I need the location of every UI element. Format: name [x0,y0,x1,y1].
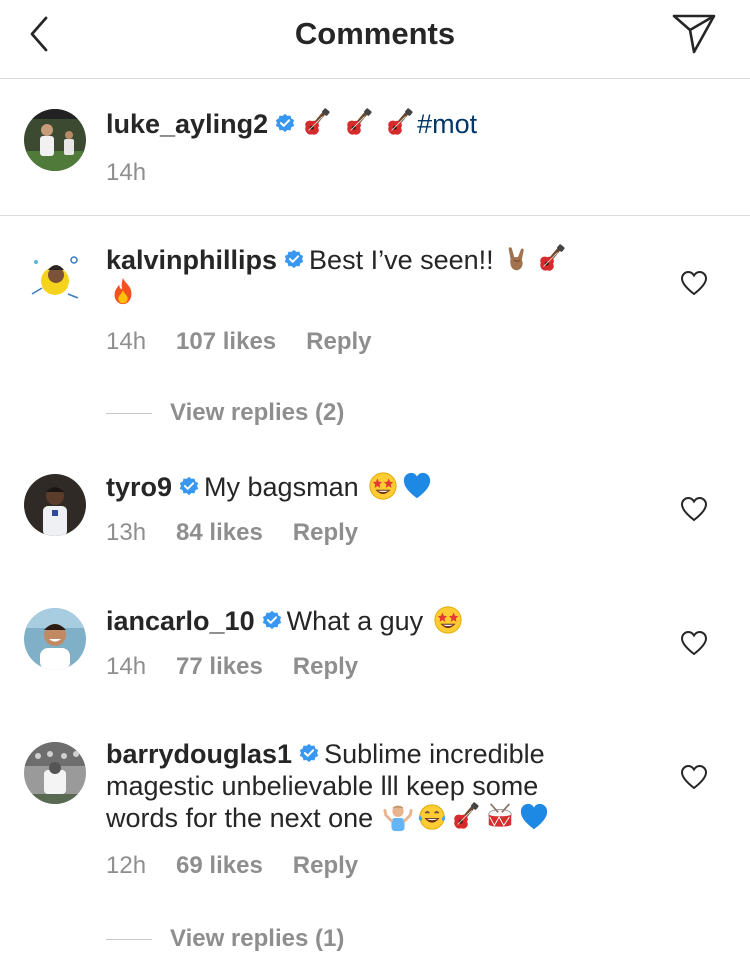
comment-meta: 14h 77 likes Reply [106,653,388,681]
comment-body: My bagsman [204,472,359,502]
divider-line [106,413,152,415]
comment-text: kalvinphillips Best I’ve seen!! [106,244,666,308]
comment-body: magestic unbelievable lll keep some [106,771,539,801]
comment-text: iancarlo_10 What a guy [106,605,666,637]
reply-button[interactable]: Reply [306,328,371,355]
comment-body: Best I’ve seen!! [309,245,494,275]
comment-item: iancarlo_10 What a guy 14h 77 likes Reply [0,578,750,708]
sign-of-horns-emoji-icon [503,244,533,274]
like-heart-icon[interactable] [680,270,708,296]
caption-text: luke_ayling2 #mot [106,108,666,140]
comment-item: tyro9 My bagsman 13h 84 likes Reply [0,444,750,574]
verified-badge-icon [274,113,296,135]
like-count[interactable]: 107 likes [176,328,276,355]
like-heart-icon[interactable] [680,764,708,790]
comment-meta: 12h 69 likes Reply [106,852,388,880]
guitar-emoji-icon [385,108,415,138]
username[interactable]: tyro9 [106,472,172,502]
page-title: Comments [294,16,456,51]
guitar-emoji-icon [451,802,481,832]
star-struck-emoji-icon [433,605,463,635]
drum-emoji-icon [485,802,515,832]
timestamp: 14h [106,328,147,355]
guitar-emoji-icon [302,108,332,138]
avatar[interactable] [24,742,86,804]
comment-meta: 13h 84 likes Reply [106,519,388,547]
star-struck-emoji-icon [368,471,398,501]
verified-badge-icon [283,249,305,271]
comment-meta: 14h 107 likes Reply [106,328,402,356]
reply-button[interactable]: Reply [293,653,358,680]
caption-meta: 14h [106,159,176,187]
username[interactable]: iancarlo_10 [106,606,255,636]
verified-badge-icon [261,610,283,632]
timestamp: 13h [106,519,147,546]
username[interactable]: barrydouglas1 [106,739,292,769]
blue-heart-emoji-icon [402,471,432,501]
comment-item: kalvinphillips Best I’ve seen!! 14h 107 li… [0,216,750,436]
verified-badge-icon [178,476,200,498]
comment-text: barrydouglas1 Sublime incredible magestic … [106,738,666,834]
like-heart-icon[interactable] [680,630,708,656]
avatar[interactable] [24,608,86,670]
tears-of-joy-emoji-icon [417,802,447,832]
direct-share-icon[interactable] [670,10,718,56]
reply-button[interactable]: Reply [293,852,358,879]
post-caption: luke_ayling2 #mot 14h [0,79,750,216]
like-count[interactable]: 69 likes [176,852,263,879]
like-count[interactable]: 77 likes [176,653,263,680]
avatar[interactable] [24,474,86,536]
username[interactable]: kalvinphillips [106,245,277,275]
divider-line [106,939,152,941]
comment-body: words for the next one [106,803,374,833]
timestamp: 14h [106,653,147,680]
avatar[interactable] [24,246,86,308]
comment-item: barrydouglas1 Sublime incredible magestic … [0,712,750,959]
hashtag-link[interactable]: #mot [417,109,477,139]
comment-body: Sublime incredible [324,739,545,769]
comment-body: What a guy [286,606,424,636]
username[interactable]: luke_ayling2 [106,109,268,139]
like-count[interactable]: 84 likes [176,519,263,546]
verified-badge-icon [298,743,320,765]
view-replies-label: View replies (2) [170,399,345,426]
like-heart-icon[interactable] [680,496,708,522]
reply-button[interactable]: Reply [293,519,358,546]
fire-emoji-icon [108,276,138,306]
avatar[interactable] [24,109,86,171]
view-replies-label: View replies (1) [170,925,345,952]
guitar-emoji-icon [537,244,567,274]
top-bar: Comments [0,0,750,79]
timestamp: 14h [106,159,147,186]
view-replies-button[interactable]: View replies (2) [106,399,344,427]
man-shrugging-emoji-icon [383,802,413,832]
view-replies-button[interactable]: View replies (1) [106,925,344,953]
guitar-emoji-icon [344,108,374,138]
blue-heart-emoji-icon [519,802,549,832]
timestamp: 12h [106,852,147,879]
comment-text: tyro9 My bagsman [106,471,666,503]
